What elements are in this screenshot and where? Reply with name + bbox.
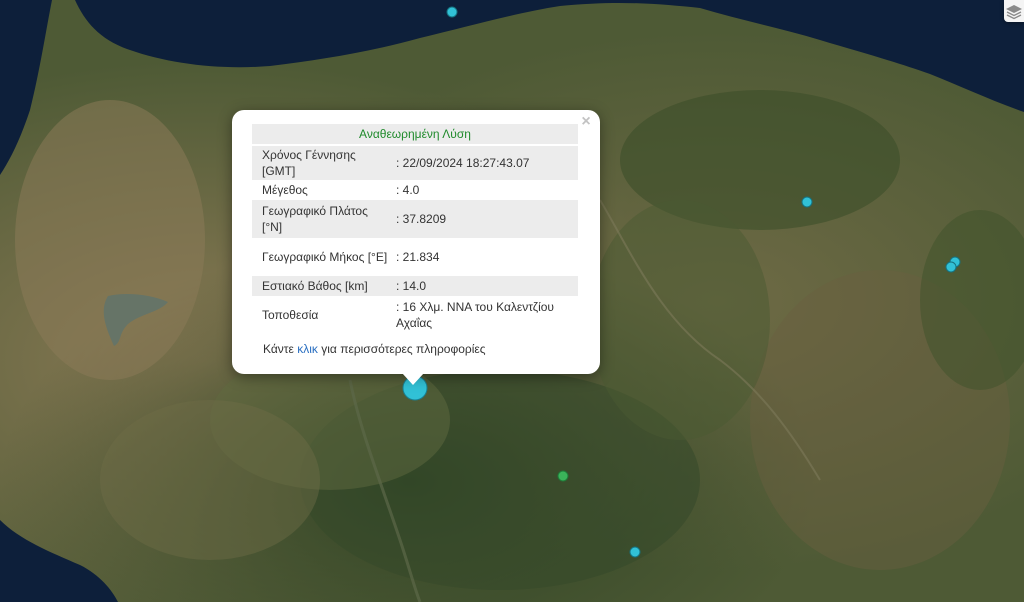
info-table: Χρόνος Γέννησης [GMT] : 22/09/2024 18:27… — [252, 146, 578, 334]
row-label: Εστιακό Βάθος [km] — [262, 279, 368, 293]
row-label: Γεωγραφικό Πλάτος [°N] — [262, 204, 368, 234]
row-label: Τοποθεσία — [262, 308, 319, 322]
table-row: Γεωγραφικό Μήκος [°E] : 21.834 — [252, 238, 578, 276]
popup-tip — [402, 373, 424, 385]
table-row: Γεωγραφικό Πλάτος [°N] : 37.8209 — [252, 200, 578, 238]
row-value: : 21.834 — [396, 250, 440, 264]
row-value: : 16 Χλμ. ΝΝΑ του Καλεντζίου Αχαΐας — [396, 300, 554, 330]
row-value: : 4.0 — [396, 183, 420, 197]
row-label: Μέγεθος — [262, 183, 308, 197]
table-row: Μέγεθος : 4.0 — [252, 180, 578, 200]
row-value: : 14.0 — [396, 279, 427, 293]
row-value: : 22/09/2024 18:27:43.07 — [396, 156, 530, 170]
footer-text-before: Κάντε — [263, 342, 294, 356]
row-label: Χρόνος Γέννησης [GMT] — [262, 148, 356, 178]
layers-icon — [1006, 5, 1022, 20]
row-value: : 37.8209 — [396, 212, 447, 226]
popup-footer: Κάντε κλικ για περισσότερες πληροφορίες — [263, 342, 486, 356]
layers-button[interactable] — [1004, 0, 1024, 22]
earthquake-marker[interactable] — [945, 261, 957, 273]
table-row: Χρόνος Γέννησης [GMT] : 22/09/2024 18:27… — [252, 146, 578, 180]
popup-title: Αναθεωρημένη Λύση — [252, 124, 578, 144]
row-label: Γεωγραφικό Μήκος [°E] — [262, 250, 388, 264]
more-info-link[interactable]: κλικ — [297, 342, 318, 356]
close-button[interactable]: × — [578, 114, 594, 130]
earthquake-marker[interactable] — [629, 546, 641, 558]
table-row: Τοποθεσία : 16 Χλμ. ΝΝΑ του Καλεντζίου Α… — [252, 296, 578, 334]
footer-text-after: για περισσότερες πληροφορίες — [321, 342, 486, 356]
table-row: Εστιακό Βάθος [km] : 14.0 — [252, 276, 578, 296]
earthquake-marker[interactable] — [801, 196, 813, 208]
earthquake-marker[interactable] — [446, 6, 458, 18]
earthquake-marker[interactable] — [557, 470, 569, 482]
earthquake-popup: × Αναθεωρημένη Λύση Χρόνος Γέννησης [GMT… — [232, 110, 600, 374]
